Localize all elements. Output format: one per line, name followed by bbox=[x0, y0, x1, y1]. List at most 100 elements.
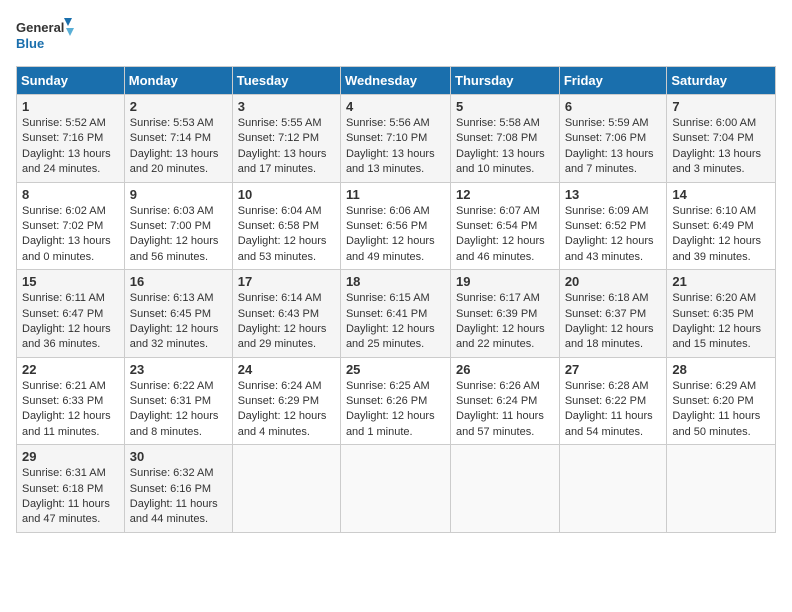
page-header: General Blue bbox=[16, 16, 776, 58]
day-number: 2 bbox=[130, 99, 227, 114]
day-info: Sunrise: 6:00 AMSunset: 7:04 PMDaylight:… bbox=[672, 116, 770, 178]
calendar-week-row: 29 Sunrise: 6:31 AMSunset: 6:18 PMDayligh… bbox=[17, 445, 776, 533]
day-info: Sunrise: 6:14 AMSunset: 6:43 PMDaylight:… bbox=[238, 291, 335, 353]
calendar-cell: 22 Sunrise: 6:21 AMSunset: 6:33 PMDayligh… bbox=[17, 357, 125, 445]
day-number: 13 bbox=[565, 187, 662, 202]
day-number: 10 bbox=[238, 187, 335, 202]
calendar-cell: 13 Sunrise: 6:09 AMSunset: 6:52 PMDayligh… bbox=[559, 182, 667, 270]
day-number: 8 bbox=[22, 187, 119, 202]
day-info: Sunrise: 6:18 AMSunset: 6:37 PMDaylight:… bbox=[565, 291, 662, 353]
calendar-week-row: 22 Sunrise: 6:21 AMSunset: 6:33 PMDayligh… bbox=[17, 357, 776, 445]
calendar-cell: 16 Sunrise: 6:13 AMSunset: 6:45 PMDayligh… bbox=[124, 270, 232, 358]
calendar-cell: 8 Sunrise: 6:02 AMSunset: 7:02 PMDaylight… bbox=[17, 182, 125, 270]
day-number: 5 bbox=[456, 99, 554, 114]
weekday-header: Monday bbox=[124, 67, 232, 95]
day-info: Sunrise: 5:59 AMSunset: 7:06 PMDaylight:… bbox=[565, 116, 662, 178]
day-number: 30 bbox=[130, 449, 227, 464]
weekday-header: Tuesday bbox=[232, 67, 340, 95]
calendar-header: SundayMondayTuesdayWednesdayThursdayFrid… bbox=[17, 67, 776, 95]
calendar-cell: 25Sunrise: 6:25 AMSunset: 6:26 PMDayligh… bbox=[340, 357, 450, 445]
weekday-header: Friday bbox=[559, 67, 667, 95]
calendar-cell bbox=[667, 445, 776, 533]
day-number: 23 bbox=[130, 362, 227, 377]
calendar-cell bbox=[340, 445, 450, 533]
calendar-cell: 19 Sunrise: 6:17 AMSunset: 6:39 PMDayligh… bbox=[451, 270, 560, 358]
day-info: Sunrise: 6:24 AMSunset: 6:29 PMDaylight:… bbox=[238, 379, 335, 441]
calendar-cell: 23Sunrise: 6:22 AMSunset: 6:31 PMDayligh… bbox=[124, 357, 232, 445]
weekday-header: Wednesday bbox=[340, 67, 450, 95]
calendar-cell: 9 Sunrise: 6:03 AMSunset: 7:00 PMDaylight… bbox=[124, 182, 232, 270]
day-number: 14 bbox=[672, 187, 770, 202]
day-number: 27 bbox=[565, 362, 662, 377]
day-number: 21 bbox=[672, 274, 770, 289]
calendar-cell: 29 Sunrise: 6:31 AMSunset: 6:18 PMDayligh… bbox=[17, 445, 125, 533]
day-info: Sunrise: 6:29 AMSunset: 6:20 PMDaylight:… bbox=[672, 379, 770, 441]
day-info: Sunrise: 6:21 AMSunset: 6:33 PMDaylight:… bbox=[22, 379, 119, 441]
day-number: 3 bbox=[238, 99, 335, 114]
logo: General Blue bbox=[16, 16, 76, 58]
day-number: 16 bbox=[130, 274, 227, 289]
day-number: 22 bbox=[22, 362, 119, 377]
calendar-cell: 5 Sunrise: 5:58 AMSunset: 7:08 PMDaylight… bbox=[451, 95, 560, 183]
day-info: Sunrise: 6:07 AMSunset: 6:54 PMDaylight:… bbox=[456, 204, 554, 266]
day-number: 15 bbox=[22, 274, 119, 289]
day-info: Sunrise: 6:02 AMSunset: 7:02 PMDaylight:… bbox=[22, 204, 119, 266]
calendar-cell bbox=[559, 445, 667, 533]
day-info: Sunrise: 6:10 AMSunset: 6:49 PMDaylight:… bbox=[672, 204, 770, 266]
calendar-cell bbox=[451, 445, 560, 533]
calendar-cell: 11Sunrise: 6:06 AMSunset: 6:56 PMDayligh… bbox=[340, 182, 450, 270]
day-info: Sunrise: 6:06 AMSunset: 6:56 PMDaylight:… bbox=[346, 204, 445, 266]
day-number: 24 bbox=[238, 362, 335, 377]
calendar-cell: 6Sunrise: 5:59 AMSunset: 7:06 PMDaylight… bbox=[559, 95, 667, 183]
calendar-week-row: 8 Sunrise: 6:02 AMSunset: 7:02 PMDaylight… bbox=[17, 182, 776, 270]
day-info: Sunrise: 5:58 AMSunset: 7:08 PMDaylight:… bbox=[456, 116, 554, 178]
day-info: Sunrise: 6:15 AMSunset: 6:41 PMDaylight:… bbox=[346, 291, 445, 353]
calendar-week-row: 15 Sunrise: 6:11 AMSunset: 6:47 PMDayligh… bbox=[17, 270, 776, 358]
day-info: Sunrise: 6:20 AMSunset: 6:35 PMDaylight:… bbox=[672, 291, 770, 353]
day-number: 17 bbox=[238, 274, 335, 289]
calendar-cell: 18 Sunrise: 6:15 AMSunset: 6:41 PMDayligh… bbox=[340, 270, 450, 358]
day-info: Sunrise: 5:55 AMSunset: 7:12 PMDaylight:… bbox=[238, 116, 335, 178]
day-number: 12 bbox=[456, 187, 554, 202]
calendar-cell: 2Sunrise: 5:53 AMSunset: 7:14 PMDaylight… bbox=[124, 95, 232, 183]
day-number: 9 bbox=[130, 187, 227, 202]
calendar-cell: 28Sunrise: 6:29 AMSunset: 6:20 PMDayligh… bbox=[667, 357, 776, 445]
weekday-header: Sunday bbox=[17, 67, 125, 95]
day-number: 29 bbox=[22, 449, 119, 464]
day-info: Sunrise: 6:13 AMSunset: 6:45 PMDaylight:… bbox=[130, 291, 227, 353]
calendar-cell: 27 Sunrise: 6:28 AMSunset: 6:22 PMDayligh… bbox=[559, 357, 667, 445]
calendar-cell: 24 Sunrise: 6:24 AMSunset: 6:29 PMDayligh… bbox=[232, 357, 340, 445]
day-number: 18 bbox=[346, 274, 445, 289]
calendar-week-row: 1Sunrise: 5:52 AMSunset: 7:16 PMDaylight… bbox=[17, 95, 776, 183]
calendar-cell: 7 Sunrise: 6:00 AMSunset: 7:04 PMDaylight… bbox=[667, 95, 776, 183]
calendar-cell: 10Sunrise: 6:04 AMSunset: 6:58 PMDayligh… bbox=[232, 182, 340, 270]
day-info: Sunrise: 6:32 AMSunset: 6:16 PMDaylight:… bbox=[130, 466, 227, 528]
weekday-header: Thursday bbox=[451, 67, 560, 95]
day-info: Sunrise: 6:03 AMSunset: 7:00 PMDaylight:… bbox=[130, 204, 227, 266]
svg-text:Blue: Blue bbox=[16, 36, 44, 51]
day-info: Sunrise: 6:28 AMSunset: 6:22 PMDaylight:… bbox=[565, 379, 662, 441]
calendar-cell: 26Sunrise: 6:26 AMSunset: 6:24 PMDayligh… bbox=[451, 357, 560, 445]
calendar-table: SundayMondayTuesdayWednesdayThursdayFrid… bbox=[16, 66, 776, 533]
calendar-cell: 12 Sunrise: 6:07 AMSunset: 6:54 PMDayligh… bbox=[451, 182, 560, 270]
day-number: 4 bbox=[346, 99, 445, 114]
day-info: Sunrise: 5:52 AMSunset: 7:16 PMDaylight:… bbox=[22, 116, 119, 178]
calendar-cell: 30 Sunrise: 6:32 AMSunset: 6:16 PMDayligh… bbox=[124, 445, 232, 533]
weekday-header: Saturday bbox=[667, 67, 776, 95]
day-info: Sunrise: 5:56 AMSunset: 7:10 PMDaylight:… bbox=[346, 116, 445, 178]
calendar-cell: 20Sunrise: 6:18 AMSunset: 6:37 PMDayligh… bbox=[559, 270, 667, 358]
day-number: 7 bbox=[672, 99, 770, 114]
day-number: 26 bbox=[456, 362, 554, 377]
calendar-cell: 4 Sunrise: 5:56 AMSunset: 7:10 PMDaylight… bbox=[340, 95, 450, 183]
day-info: Sunrise: 6:17 AMSunset: 6:39 PMDaylight:… bbox=[456, 291, 554, 353]
day-info: Sunrise: 6:11 AMSunset: 6:47 PMDaylight:… bbox=[22, 291, 119, 353]
calendar-cell: 21 Sunrise: 6:20 AMSunset: 6:35 PMDayligh… bbox=[667, 270, 776, 358]
day-info: Sunrise: 6:31 AMSunset: 6:18 PMDaylight:… bbox=[22, 466, 119, 528]
svg-text:General: General bbox=[16, 20, 64, 35]
day-info: Sunrise: 6:25 AMSunset: 6:26 PMDaylight:… bbox=[346, 379, 445, 441]
calendar-cell: 1Sunrise: 5:52 AMSunset: 7:16 PMDaylight… bbox=[17, 95, 125, 183]
day-info: Sunrise: 6:09 AMSunset: 6:52 PMDaylight:… bbox=[565, 204, 662, 266]
day-number: 19 bbox=[456, 274, 554, 289]
calendar-cell: 17 Sunrise: 6:14 AMSunset: 6:43 PMDayligh… bbox=[232, 270, 340, 358]
calendar-cell: 14 Sunrise: 6:10 AMSunset: 6:49 PMDayligh… bbox=[667, 182, 776, 270]
